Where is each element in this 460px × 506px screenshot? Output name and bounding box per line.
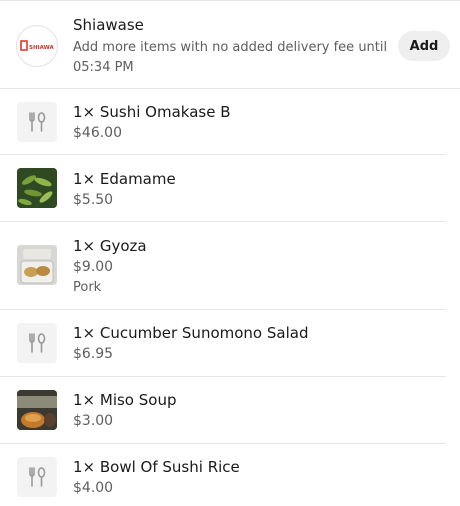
delivery-fee-note: Add more items with no added delivery fe…: [73, 40, 388, 75]
item-price: $5.50: [73, 192, 114, 208]
store-name: Shiawase: [73, 16, 144, 34]
item-title: 1× Sushi Omakase B: [73, 103, 231, 121]
item-thumbnail: [17, 457, 57, 497]
store-header: SHIAWASE Shiawase Add more items with no…: [0, 1, 460, 89]
utensils-icon: [29, 333, 46, 353]
svg-text:SHIAWASE: SHIAWASE: [29, 45, 54, 51]
item-title: 1× Bowl Of Sushi Rice: [73, 458, 240, 476]
gyoza-photo-icon: [17, 245, 57, 285]
utensils-icon: [29, 467, 46, 487]
miso-soup-photo: [17, 390, 57, 430]
cart-item[interactable]: 1× Bowl Of Sushi Rice $4.00: [0, 444, 446, 506]
gyoza-photo: [17, 245, 57, 285]
item-price: $3.00: [73, 413, 114, 429]
item-price: $4.00: [73, 480, 114, 496]
item-thumbnail: [17, 102, 57, 142]
utensils-icon: [29, 112, 46, 132]
item-title: 1× Cucumber Sunomono Salad: [73, 324, 309, 342]
add-more-button[interactable]: Add: [398, 31, 450, 61]
cart-item[interactable]: 1× Sushi Omakase B $46.00: [0, 88, 446, 155]
cart-item[interactable]: 1× Miso Soup $3.00: [0, 377, 446, 444]
cart-item[interactable]: 1× Gyoza $9.00 Pork: [0, 222, 446, 310]
item-price: $9.00: [73, 259, 114, 275]
edamame-photo: [17, 168, 57, 208]
item-option: Pork: [73, 280, 102, 295]
edamame-photo-icon: [17, 168, 57, 208]
item-title: 1× Edamame: [73, 170, 176, 188]
item-thumbnail: [17, 323, 57, 363]
store-logo: SHIAWASE: [16, 25, 58, 67]
shiawase-logo-icon: SHIAWASE: [20, 40, 54, 51]
item-price: $46.00: [73, 125, 122, 141]
cart-item[interactable]: 1× Edamame $5.50: [0, 155, 446, 222]
item-title: 1× Gyoza: [73, 237, 147, 255]
item-price: $6.95: [73, 346, 114, 362]
miso-soup-photo-icon: [17, 390, 57, 430]
item-title: 1× Miso Soup: [73, 391, 177, 409]
cart-item[interactable]: 1× Cucumber Sunomono Salad $6.95: [0, 310, 446, 377]
